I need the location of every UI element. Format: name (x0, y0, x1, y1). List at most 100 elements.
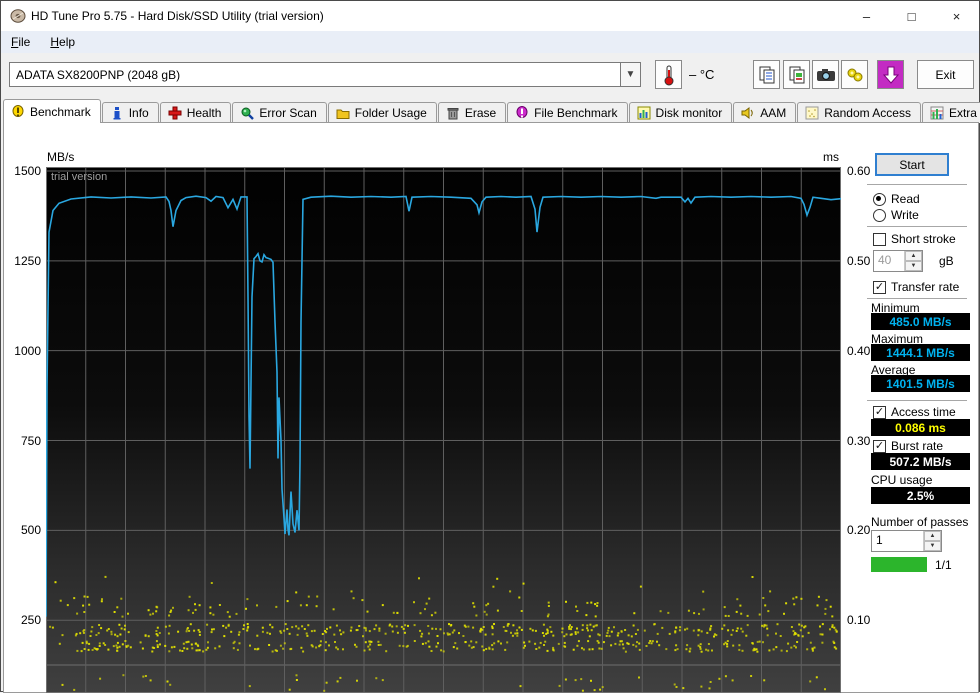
minimize-button[interactable]: – (844, 1, 889, 31)
separator (867, 400, 967, 401)
drive-selected-label: ADATA SX8200PNP (2048 gB) (16, 67, 181, 82)
tab-label: Health (186, 106, 222, 120)
tab-label: Folder Usage (354, 106, 427, 120)
extra-icon (930, 106, 944, 120)
tab-error-scan[interactable]: Error Scan (232, 102, 327, 123)
info-icon (113, 107, 121, 120)
access-time-checkbox[interactable]: ✓ Access time (873, 405, 956, 419)
maximize-button[interactable]: □ (889, 1, 934, 31)
options-button[interactable] (841, 60, 868, 89)
toolbar: ADATA SX8200PNP (2048 gB) ▼ – °C Exit (1, 53, 979, 97)
benchmark-chart (46, 167, 841, 693)
spin-up-icon[interactable]: ▲ (924, 531, 941, 541)
copy-text-button[interactable] (753, 60, 780, 89)
separator (867, 184, 967, 185)
download-icon (882, 66, 899, 84)
tab-bar: Benchmark Info Health Error Scan Folder Usag… (3, 99, 980, 123)
right-axis-unit-label: ms (823, 150, 839, 164)
tab-label: Erase (464, 106, 497, 120)
tab-label: Disk monitor (655, 106, 723, 120)
short-stroke-label: Short stroke (891, 232, 956, 246)
drive-select[interactable]: ADATA SX8200PNP (2048 gB) (9, 62, 621, 87)
screenshot-button[interactable] (812, 60, 839, 89)
tab-aam[interactable]: AAM (733, 102, 797, 123)
cpu-usage-value: 2.5% (871, 487, 970, 504)
camera-icon (816, 68, 835, 81)
menu-help[interactable]: Help (40, 33, 85, 51)
tab-label: Info (128, 106, 149, 120)
drive-select-arrow-icon[interactable]: ▼ (620, 62, 641, 87)
burst-rate-value: 507.2 MB/s (871, 453, 970, 470)
tab-disk-monitor[interactable]: Disk monitor (628, 102, 733, 123)
radio-selected-icon (873, 192, 886, 206)
scan-icon (241, 107, 255, 120)
tab-info[interactable]: Info (101, 102, 159, 123)
hd-tune-window: { "window": { "title": "HD Tune Pro 5.75… (0, 0, 980, 693)
transfer-rate-checkbox[interactable]: ✓ Transfer rate (873, 280, 959, 294)
checkbox-checked-icon: ✓ (873, 280, 886, 294)
spin-down-icon[interactable]: ▼ (905, 261, 922, 271)
trial-version-watermark: trial version (51, 171, 108, 183)
copy-image-button[interactable] (783, 60, 810, 89)
tab-file-benchmark[interactable]: File Benchmark (507, 102, 628, 123)
monitor-icon (637, 106, 651, 120)
progress-bar (871, 557, 927, 572)
chart-canvas (46, 167, 841, 693)
access-time-label: Access time (891, 405, 956, 419)
tab-label: Benchmark (30, 104, 91, 119)
left-axis-tick: 500 (20, 523, 41, 538)
spinner-arrows[interactable]: ▲ ▼ (904, 251, 922, 271)
tab-label: Extra tests (948, 106, 980, 120)
spin-up-icon[interactable]: ▲ (905, 251, 922, 261)
temperature-unit: °C (699, 67, 715, 82)
left-axis-tick: 750 (20, 433, 41, 448)
tab-health[interactable]: Health (159, 102, 232, 123)
separator (867, 226, 967, 227)
burst-rate-label: Burst rate (891, 439, 944, 453)
transfer-rate-label: Transfer rate (891, 280, 960, 294)
erase-icon (447, 108, 459, 120)
read-label: Read (891, 192, 920, 206)
update-download-button[interactable] (877, 60, 904, 89)
checkbox-checked-icon: ✓ (873, 405, 886, 419)
close-button[interactable]: × (934, 1, 979, 31)
checkbox-unchecked-icon (873, 232, 886, 246)
menu-bar: File Help (1, 31, 979, 54)
temperature-button[interactable] (655, 60, 682, 89)
tab-extra-tests[interactable]: Extra tests (921, 102, 980, 123)
app-disk-icon (10, 9, 26, 23)
tab-benchmark[interactable]: Benchmark (3, 99, 101, 123)
tab-label: Random Access (824, 106, 911, 120)
exit-button[interactable]: Exit (917, 60, 974, 89)
tab-erase[interactable]: Erase (437, 102, 507, 123)
right-axis-tick: 0.10 (847, 613, 871, 628)
spinner-arrows[interactable]: ▲ ▼ (923, 531, 941, 551)
tools-icon (847, 68, 862, 81)
average-value: 1401.5 MB/s (871, 375, 970, 392)
write-label: Write (891, 208, 919, 222)
tab-folder-usage[interactable]: Folder Usage (327, 102, 437, 123)
right-axis-tick: 0.40 (847, 343, 871, 358)
capacity-unit-label: gB (939, 254, 954, 268)
left-axis-tick: 1500 (14, 164, 41, 178)
tab-label: File Benchmark (534, 106, 618, 120)
tab-random-access[interactable]: Random Access (797, 102, 921, 123)
left-axis-tick: 1000 (14, 343, 41, 358)
copy-text-icon (759, 66, 774, 83)
start-label: Start (899, 157, 925, 172)
menu-file[interactable]: File (1, 33, 40, 51)
tab-label: AAM (760, 106, 787, 120)
left-axis-tick: 250 (20, 613, 41, 628)
random-icon (805, 106, 819, 120)
radio-icon (873, 208, 886, 222)
thermometer-icon (664, 65, 673, 85)
window-title: HD Tune Pro 5.75 - Hard Disk/SSD Utility… (31, 9, 324, 23)
exit-label: Exit (935, 67, 956, 82)
short-stroke-checkbox[interactable]: Short stroke (873, 232, 956, 246)
temperature-readout: – °C (689, 67, 714, 82)
separator (867, 298, 967, 299)
read-radio[interactable]: Read (873, 192, 920, 206)
folder-icon (336, 109, 350, 119)
spin-down-icon[interactable]: ▼ (924, 541, 941, 551)
write-radio[interactable]: Write (873, 208, 919, 222)
